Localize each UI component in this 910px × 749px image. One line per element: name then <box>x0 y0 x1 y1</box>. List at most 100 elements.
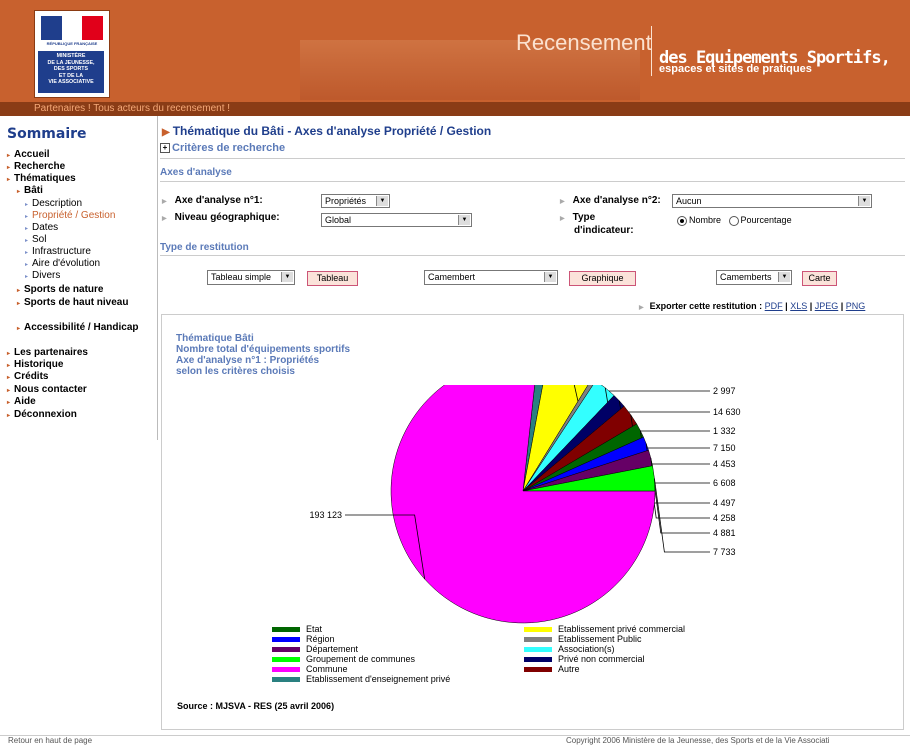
type-indicateur-label: ▶ Type d'indicateur: <box>560 212 634 236</box>
french-flag-icon <box>41 16 104 40</box>
legend-item: Etablissement privé commercial <box>524 624 685 634</box>
expand-icon[interactable]: + <box>160 143 170 154</box>
tableau-select[interactable]: Tableau simple ▼ <box>207 270 295 285</box>
chevron-down-icon[interactable]: ▼ <box>858 196 870 206</box>
export-jpeg-link[interactable]: JPEG <box>815 301 839 311</box>
sidebar-item-historique[interactable]: ▸ Historique <box>7 359 63 370</box>
slice-leader-line <box>645 443 710 519</box>
tagline-bar: Partenaires ! Tous acteurs du recensemen… <box>0 102 910 116</box>
sidebar-item-aide[interactable]: ▸ Aide <box>7 396 36 407</box>
sidebar-item-accueil[interactable]: ▸ Accueil <box>7 149 50 160</box>
chart-source: Source : MJSVA - RES (25 avril 2006) <box>177 701 335 711</box>
sidebar-item-divers[interactable]: ▸ Divers <box>25 270 60 281</box>
chevron-down-icon[interactable]: ▼ <box>281 272 293 282</box>
main-content: ▶ Thématique du Bâti - Axes d'analyse Pro… <box>160 116 910 736</box>
chevron-down-icon[interactable]: ▼ <box>458 215 470 225</box>
legend-swatch <box>524 627 552 633</box>
header-subtitle-2: espaces et sites de pratiques <box>659 63 812 75</box>
sidebar-item-sol[interactable]: ▸ Sol <box>25 234 46 245</box>
sidebar-item-aire-evolution[interactable]: ▸ Aire d'évolution <box>25 258 100 269</box>
ministry-logo[interactable]: RÉPUBLIQUE FRANÇAISE MINISTÈRE DE LA JEU… <box>34 10 110 98</box>
ministry-name: MINISTÈRE DE LA JEUNESSE, DES SPORTS ET … <box>38 51 104 93</box>
legend-swatch <box>272 667 300 673</box>
graphique-button[interactable]: Graphique <box>569 271 636 286</box>
radio-pourcentage-label: Pourcentage <box>740 215 792 225</box>
page-title: ▶ Thématique du Bâti - Axes d'analyse Pro… <box>162 124 492 138</box>
axes-heading: Axes d'analyse <box>160 167 232 178</box>
slice-leader-line <box>650 457 710 534</box>
sidebar-title: Sommaire <box>7 126 87 142</box>
legend-swatch <box>524 637 552 643</box>
pie-chart: 2 997 14 630 1 332 7 150 4 453 6 608 4 497 4 25… <box>309 385 741 624</box>
sidebar-item-propriete-gestion[interactable]: ▸ Propriété / Gestion <box>25 210 115 221</box>
sidebar-item-bati[interactable]: ▸ Bâti <box>17 185 43 196</box>
sidebar-item-contact[interactable]: ▸ Nous contacter <box>7 384 87 395</box>
legend-item: Etablissement Public <box>524 634 642 644</box>
slice-label: 7 733 <box>713 547 736 557</box>
divider <box>160 158 905 159</box>
sidebar-item-description[interactable]: ▸ Description <box>25 198 82 209</box>
legend-swatch <box>524 667 552 673</box>
sidebar-item-partenaires[interactable]: ▸ Les partenaires <box>7 347 88 358</box>
slice-label: 4 453 <box>713 459 736 469</box>
slice-label: 1 332 <box>713 426 736 436</box>
tableau-button[interactable]: Tableau <box>307 271 358 286</box>
slice-label: 14 630 <box>713 407 741 417</box>
legend-item: Département <box>272 644 358 654</box>
legend-swatch <box>272 627 300 633</box>
chart-title-2: Nombre total d'équipements sportifs <box>176 344 351 355</box>
slice-label: 4 258 <box>713 513 736 523</box>
sidebar-item-thematiques[interactable]: ▸ Thématiques <box>7 173 76 184</box>
chart-title-3: Axe d'analyse n°1 : Propriétés <box>176 355 320 366</box>
back-to-top-link[interactable]: Retour en haut de page <box>8 736 92 745</box>
header-divider <box>651 26 652 76</box>
slice-label: 7 150 <box>713 443 736 453</box>
export-pdf-link[interactable]: PDF <box>765 301 783 311</box>
niveau-select[interactable]: Global ▼ <box>321 213 472 227</box>
sidebar-item-deconnexion[interactable]: ▸ Déconnexion <box>7 409 77 420</box>
header-title: Recensement <box>516 30 652 55</box>
legend-swatch <box>272 647 300 653</box>
niveau-label: ▶ Niveau géographique: <box>162 212 280 223</box>
sidebar-item-sports-haut-niveau[interactable]: ▸ Sports de haut niveau <box>17 297 149 310</box>
chevron-down-icon[interactable]: ▼ <box>544 272 556 282</box>
slice-label: 2 997 <box>713 386 736 396</box>
carte-button[interactable]: Carte <box>802 271 837 286</box>
sidebar-item-sports-nature[interactable]: ▸ Sports de nature <box>17 284 103 295</box>
graph-type-select[interactable]: Camembert ▼ <box>424 270 558 285</box>
radio-pourcentage[interactable] <box>728 215 739 226</box>
republique-label: RÉPUBLIQUE FRANÇAISE <box>46 41 98 46</box>
sidebar-item-credits[interactable]: ▸ Crédits <box>7 371 48 382</box>
sidebar-item-infrastructure[interactable]: ▸ Infrastructure <box>25 246 91 257</box>
legend-swatch <box>272 677 300 683</box>
legend-swatch <box>272 657 300 663</box>
chart-title-1: Thématique Bâti <box>176 333 254 344</box>
search-criteria-toggle[interactable]: + Critères de recherche <box>160 142 285 154</box>
tagline: Partenaires ! Tous acteurs du recensemen… <box>34 103 231 114</box>
export-xls-link[interactable]: XLS <box>790 301 807 311</box>
legend-item: Région <box>272 634 335 644</box>
legend-item: Privé non commercial <box>524 654 645 664</box>
title-arrow-icon: ▶ <box>162 127 170 138</box>
radio-nombre[interactable] <box>677 215 687 226</box>
legend-item: Etat <box>272 624 322 634</box>
sidebar-item-recherche[interactable]: ▸ Recherche <box>7 161 65 172</box>
chart-title-4: selon les critères choisis <box>176 366 295 377</box>
chart-panel: Thématique Bâti Nombre total d'équipemen… <box>161 314 904 730</box>
axe1-select[interactable]: Propriétés ▼ <box>321 194 390 208</box>
chevron-down-icon[interactable]: ▼ <box>376 196 388 206</box>
sidebar-item-accessibilite[interactable]: ▸ Accessibilité / Handicap <box>17 322 139 335</box>
site-header: RÉPUBLIQUE FRANÇAISE MINISTÈRE DE LA JEU… <box>0 0 910 102</box>
radio-nombre-label: Nombre <box>689 215 722 225</box>
carte-select[interactable]: Camemberts ▼ <box>716 270 792 285</box>
slice-label: 6 608 <box>713 478 736 488</box>
slice-leader-line <box>653 478 710 553</box>
sidebar-item-dates[interactable]: ▸ Dates <box>25 222 58 233</box>
axe2-select[interactable]: Aucun ▼ <box>672 194 872 208</box>
legend-swatch <box>524 657 552 663</box>
chevron-down-icon[interactable]: ▼ <box>778 272 790 282</box>
export-bar: ▶ Exporter cette restitution : PDF | XLS … <box>639 301 866 311</box>
export-png-link[interactable]: PNG <box>846 301 866 311</box>
legend-item: Autre <box>524 664 580 674</box>
divider <box>160 181 905 182</box>
